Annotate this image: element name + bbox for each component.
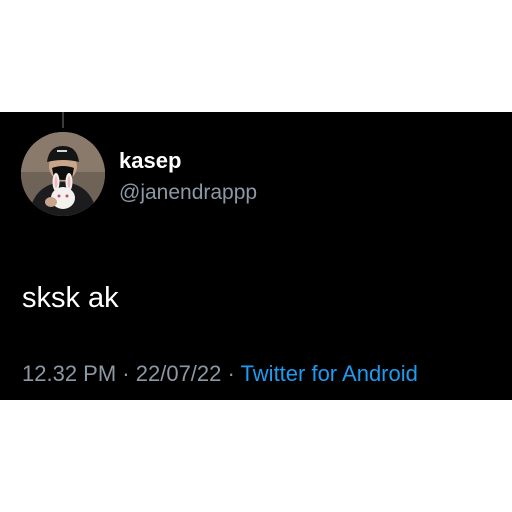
avatar-photo xyxy=(21,132,105,216)
avatar[interactable] xyxy=(21,132,105,216)
meta-separator: · xyxy=(227,361,235,386)
thread-line xyxy=(62,112,64,128)
tweet-date[interactable]: 22/07/22 xyxy=(136,361,222,386)
tweet-card: kasep @janendrappp sksk ak 12.32 PM · 22… xyxy=(0,112,512,400)
tweet-metadata: 12.32 PM · 22/07/22 · Twitter for Androi… xyxy=(22,360,418,388)
tweet-time[interactable]: 12.32 PM xyxy=(22,361,116,386)
display-name[interactable]: kasep xyxy=(119,148,181,174)
user-handle[interactable]: @janendrappp xyxy=(119,180,257,206)
tweet-text: sksk ak xyxy=(22,282,119,314)
tweet-source-link[interactable]: Twitter for Android xyxy=(241,361,418,386)
meta-separator: · xyxy=(122,361,130,386)
